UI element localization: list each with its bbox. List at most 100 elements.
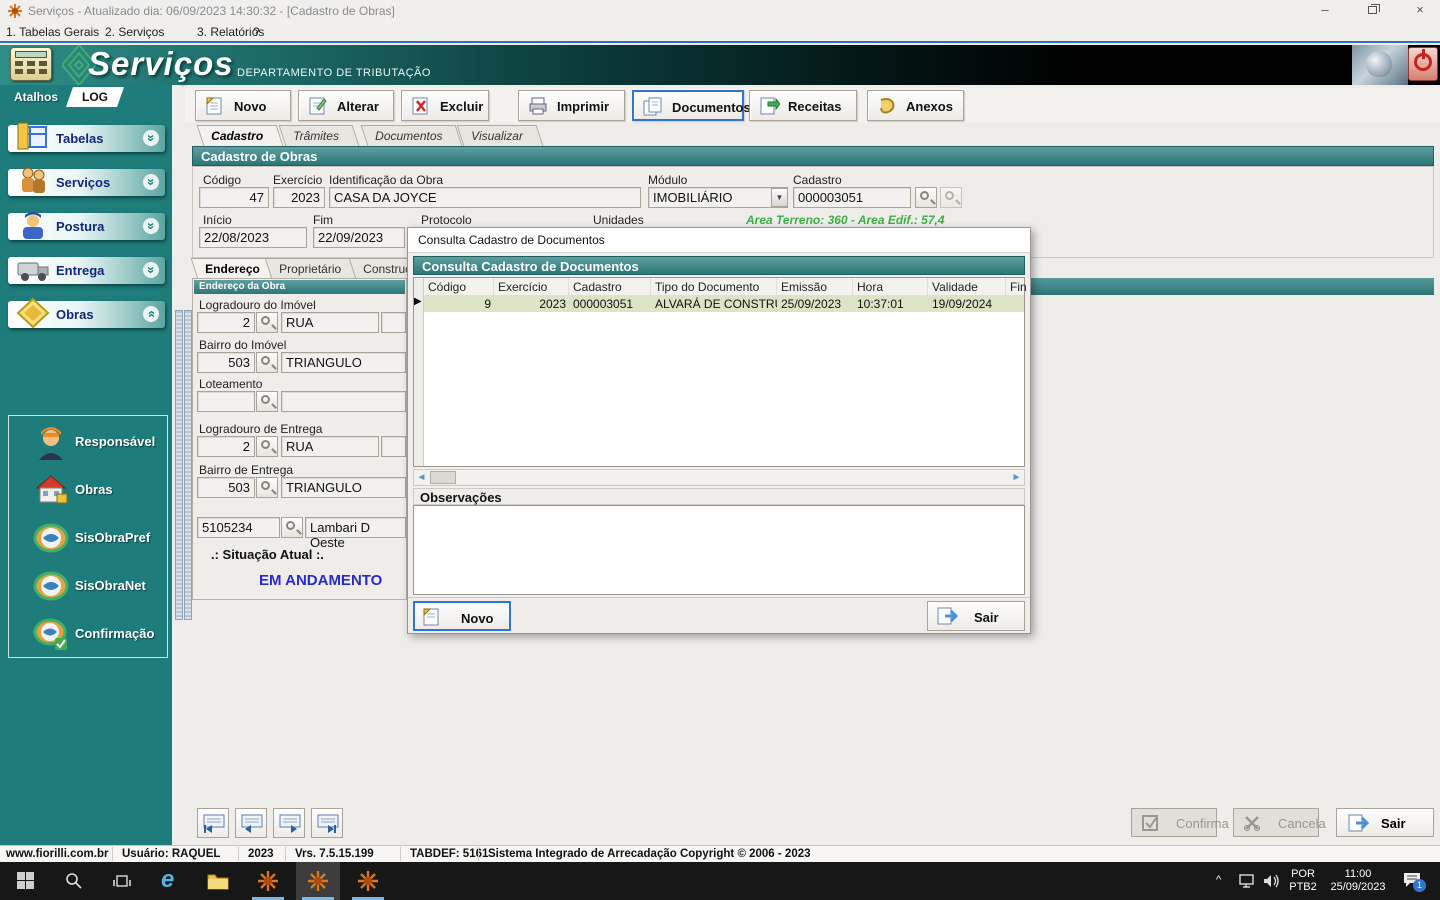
language-indicator[interactable]: POR PTB2 bbox=[1286, 868, 1320, 894]
sidebar-item-postura[interactable]: Postura » bbox=[8, 212, 165, 240]
bairro-imovel-code[interactable]: 503 bbox=[197, 352, 255, 373]
logradouro-imovel-code[interactable]: 2 bbox=[197, 312, 255, 333]
dialog-novo-button[interactable]: Novo bbox=[413, 601, 511, 631]
bairro-entrega-value[interactable]: TRIANGULO bbox=[281, 477, 406, 498]
sidebar-item-sisobrapref[interactable]: SisObraPref bbox=[13, 516, 163, 560]
speaker-icon[interactable] bbox=[1262, 873, 1282, 889]
bairro-imovel-search[interactable] bbox=[256, 352, 278, 373]
restore-button[interactable] bbox=[1358, 2, 1388, 20]
scroll-left-icon[interactable]: ◄ bbox=[414, 471, 429, 484]
documents-grid[interactable]: ▶ Código Exercício Cadastro Tipo do Docu… bbox=[413, 277, 1027, 467]
cidade-value[interactable]: Lambari D Oeste bbox=[305, 517, 406, 550]
loteamento-code[interactable] bbox=[197, 391, 255, 412]
taskbar-search-button[interactable] bbox=[52, 862, 96, 900]
sidebar-item-tabelas[interactable]: Tabelas » bbox=[8, 122, 165, 152]
identificacao-field[interactable]: CASA DA JOYCE bbox=[329, 187, 641, 208]
novo-button[interactable]: Novo bbox=[195, 90, 291, 121]
network-icon[interactable] bbox=[1238, 873, 1258, 889]
logradouro-imovel-value[interactable]: RUA bbox=[281, 312, 379, 333]
logradouro-entrega-search[interactable] bbox=[256, 436, 278, 457]
nav-next-button[interactable] bbox=[273, 808, 305, 838]
exercicio-field[interactable]: 2023 bbox=[273, 187, 325, 208]
nav-prev-button[interactable] bbox=[235, 808, 267, 838]
loteamento-value[interactable] bbox=[281, 391, 406, 412]
menu-tabelas-gerais[interactable]: 1. Tabelas Gerais bbox=[6, 25, 99, 39]
close-button[interactable]: × bbox=[1405, 2, 1435, 20]
cadastro-search-button[interactable] bbox=[915, 187, 937, 208]
imprimir-button[interactable]: Imprimir bbox=[518, 90, 625, 121]
cadastro-goto-button[interactable] bbox=[940, 187, 962, 208]
house-icon bbox=[35, 475, 68, 504]
inicio-field[interactable]: 22/08/2023 bbox=[199, 227, 307, 248]
scrollbar-thumb[interactable] bbox=[430, 471, 456, 484]
modulo-select[interactable]: IMOBILIÁRIO bbox=[648, 187, 788, 208]
cadastro-field[interactable]: 000003051 bbox=[793, 187, 911, 208]
logradouro-imovel-search[interactable] bbox=[256, 312, 278, 333]
fim-field[interactable]: 22/09/2023 bbox=[313, 227, 405, 248]
logradouro-entrega-extra[interactable] bbox=[381, 436, 406, 457]
tab-proprietario[interactable]: Proprietário bbox=[264, 258, 362, 279]
excluir-button[interactable]: Excluir bbox=[401, 90, 489, 121]
tab-cadastro[interactable]: Cadastro bbox=[196, 125, 284, 146]
log-button[interactable]: LOG bbox=[66, 87, 124, 107]
globe-icon bbox=[33, 571, 69, 601]
minimize-button[interactable]: – bbox=[1310, 2, 1340, 20]
sidebar-item-responsavel[interactable]: Responsável bbox=[13, 420, 163, 464]
logradouro-entrega-code[interactable]: 2 bbox=[197, 436, 255, 457]
modulo-dropdown-icon[interactable]: ▼ bbox=[771, 188, 788, 207]
horizontal-scrollbar[interactable]: ◄ ► bbox=[413, 469, 1025, 486]
bairro-imovel-value[interactable]: TRIANGULO bbox=[281, 352, 406, 373]
scroll-right-icon[interactable]: ► bbox=[1009, 471, 1024, 484]
nav-first-button[interactable] bbox=[197, 808, 229, 838]
inicio-label: Início bbox=[203, 213, 232, 227]
tab-documentos[interactable]: Documentos bbox=[360, 125, 463, 146]
sidebar-item-confirmacao[interactable]: Confirmação bbox=[13, 612, 163, 656]
cidade-code[interactable]: 5105234 bbox=[197, 517, 280, 538]
observacoes-textarea[interactable] bbox=[413, 505, 1025, 595]
menu-servicos[interactable]: 2. Serviços bbox=[105, 25, 164, 39]
task-view-button[interactable] bbox=[100, 862, 144, 900]
logradouro-entrega-label: Logradouro de Entrega bbox=[199, 422, 323, 436]
nav-last-button[interactable] bbox=[311, 808, 343, 838]
sidebar-item-sisobranet[interactable]: SisObraNet bbox=[13, 564, 163, 608]
sidebar-item-servicos[interactable]: Serviços » bbox=[8, 167, 165, 196]
dialog-sair-button[interactable]: Sair bbox=[927, 601, 1025, 631]
fiorilli-app-button-2[interactable] bbox=[296, 862, 340, 900]
documentos-button[interactable]: Documentos bbox=[632, 90, 751, 121]
bairro-entrega-code[interactable]: 503 bbox=[197, 477, 255, 498]
logradouro-imovel-extra[interactable] bbox=[381, 312, 406, 333]
fiorilli-app-button-1[interactable] bbox=[246, 862, 290, 900]
anexos-button[interactable]: Anexos bbox=[867, 90, 964, 121]
confirma-button[interactable]: Confirma bbox=[1131, 808, 1229, 837]
clock[interactable]: 11:00 25/09/2023 bbox=[1322, 868, 1394, 894]
sidebar-item-entrega[interactable]: Entrega » bbox=[8, 257, 165, 284]
menu-help[interactable]: ? bbox=[253, 25, 260, 39]
logradouro-entrega-value[interactable]: RUA bbox=[281, 436, 379, 457]
bairro-entrega-search[interactable] bbox=[256, 477, 278, 498]
search-icon bbox=[261, 356, 270, 365]
fiorilli-app-button-3[interactable] bbox=[346, 862, 390, 900]
receitas-button[interactable]: Receitas bbox=[749, 90, 857, 121]
sidebar-item-obras[interactable]: Obras » bbox=[8, 297, 165, 329]
cidade-search[interactable] bbox=[281, 517, 303, 538]
cancela-button[interactable]: Cancela bbox=[1233, 808, 1326, 837]
tab-tramites[interactable]: Trâmites bbox=[278, 125, 360, 146]
power-button[interactable] bbox=[1408, 47, 1438, 81]
notifications-button[interactable]: 1 bbox=[1402, 871, 1426, 892]
chevron-down-icon: » bbox=[143, 130, 159, 146]
footer-sair-button[interactable]: Sair bbox=[1336, 808, 1434, 837]
identificacao-label: Identificação da Obra bbox=[329, 173, 444, 187]
search-icon bbox=[261, 316, 270, 325]
left-scrollbar-2[interactable] bbox=[184, 310, 192, 620]
loteamento-search[interactable] bbox=[256, 391, 278, 412]
file-explorer-button[interactable] bbox=[196, 862, 240, 900]
tray-chevron-icon[interactable]: ^ bbox=[1216, 874, 1221, 886]
table-row[interactable]: 9 2023 000003051 ALVARÁ DE CONSTRUÇ 25/0… bbox=[424, 295, 1024, 312]
tab-visualizar[interactable]: Visualizar bbox=[456, 125, 544, 146]
left-scrollbar[interactable] bbox=[175, 310, 183, 620]
start-button[interactable] bbox=[4, 862, 48, 900]
alterar-button[interactable]: Alterar bbox=[298, 90, 394, 121]
codigo-field[interactable]: 47 bbox=[199, 187, 269, 208]
internet-explorer-button[interactable]: e bbox=[148, 862, 192, 900]
sidebar-item-obras-sub[interactable]: Obras bbox=[13, 468, 163, 512]
